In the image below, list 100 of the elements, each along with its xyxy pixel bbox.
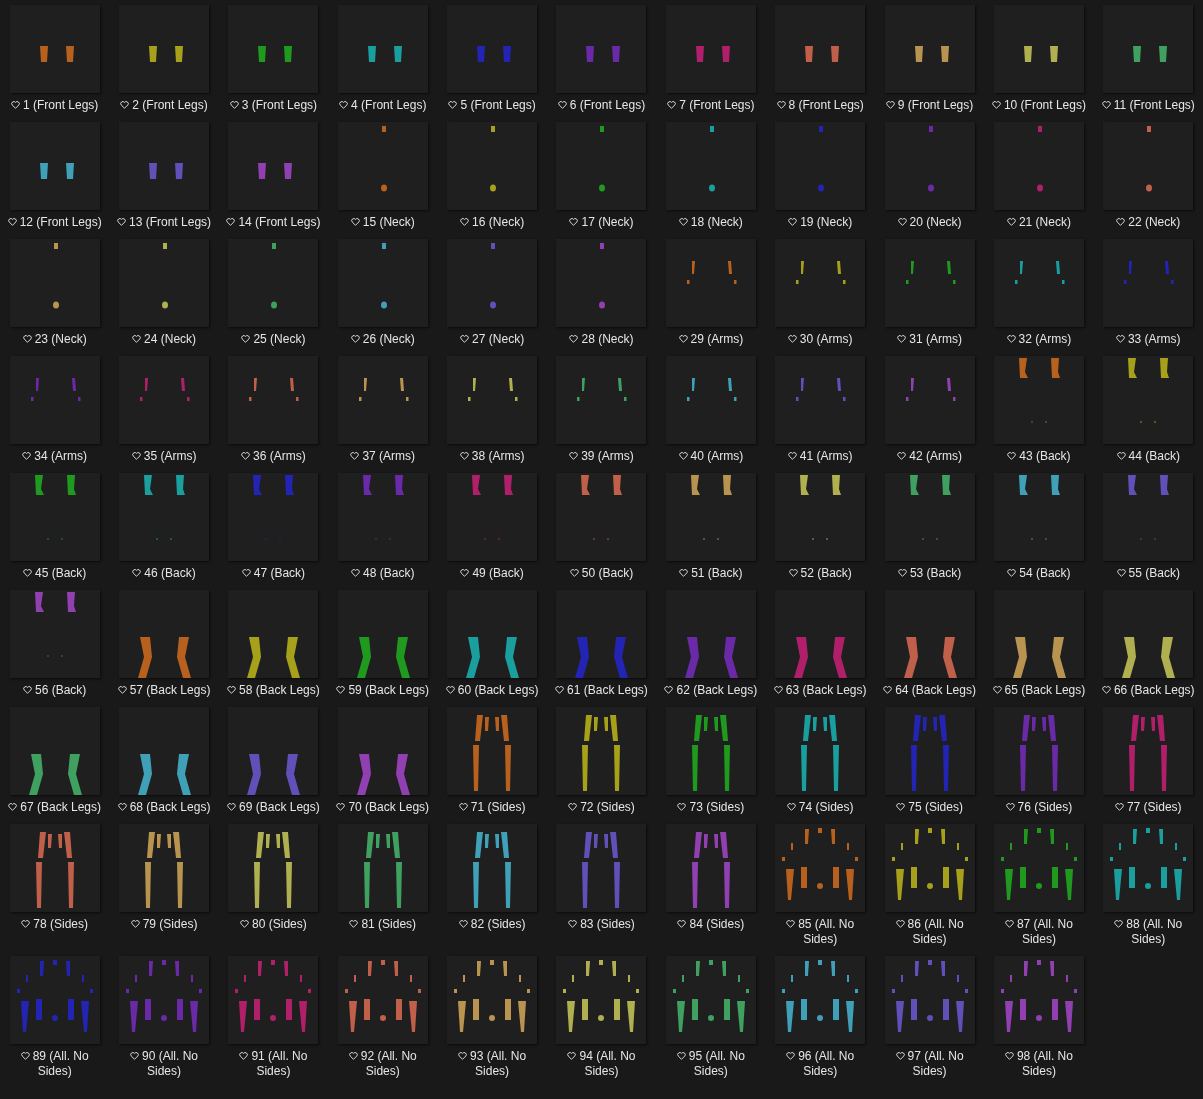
thumbnail-drawing[interactable] — [1103, 5, 1194, 93]
thumbnail-drawing[interactable] — [775, 473, 866, 561]
thumbnail-drawing[interactable] — [228, 707, 319, 795]
thumbnail-drawing[interactable] — [884, 356, 975, 444]
thumbnail-drawing[interactable] — [556, 824, 647, 912]
thumbnail-drawing[interactable] — [447, 5, 538, 93]
thumbnail-drawing[interactable] — [884, 5, 975, 93]
thumbnail-drawing[interactable] — [1103, 824, 1194, 912]
thumbnail-drawing[interactable] — [556, 590, 647, 678]
thumbnail-drawing[interactable] — [884, 707, 975, 795]
thumbnail-drawing[interactable] — [119, 122, 210, 210]
thumbnail-drawing[interactable] — [119, 473, 210, 561]
thumbnail-drawing[interactable] — [1103, 122, 1194, 210]
thumbnail-drawing[interactable] — [993, 824, 1084, 912]
thumbnail-drawing[interactable] — [9, 824, 100, 912]
thumbnail-drawing[interactable] — [556, 239, 647, 327]
thumbnail-drawing[interactable] — [447, 956, 538, 1044]
thumbnail-drawing[interactable] — [775, 707, 866, 795]
thumbnail-drawing[interactable] — [9, 956, 100, 1044]
thumbnail-drawing[interactable] — [228, 356, 319, 444]
thumbnail-drawing[interactable] — [228, 5, 319, 93]
thumbnail-drawing[interactable] — [447, 707, 538, 795]
thumbnail-drawing[interactable] — [665, 473, 756, 561]
thumbnail-drawing[interactable] — [884, 956, 975, 1044]
thumbnail-drawing[interactable] — [665, 122, 756, 210]
thumbnail-drawing[interactable] — [556, 956, 647, 1044]
thumbnail-drawing[interactable] — [993, 473, 1084, 561]
thumbnail-drawing[interactable] — [1103, 356, 1194, 444]
thumbnail-drawing[interactable] — [884, 122, 975, 210]
thumbnail-drawing[interactable] — [993, 356, 1084, 444]
thumbnail-drawing[interactable] — [337, 473, 428, 561]
thumbnail-drawing[interactable] — [775, 356, 866, 444]
thumbnail-drawing[interactable] — [337, 956, 428, 1044]
thumbnail-drawing[interactable] — [447, 239, 538, 327]
thumbnail-drawing[interactable] — [884, 473, 975, 561]
thumbnail-drawing[interactable] — [775, 122, 866, 210]
thumbnail-drawing[interactable] — [1103, 239, 1194, 327]
thumbnail-drawing[interactable] — [9, 707, 100, 795]
thumbnail-drawing[interactable] — [556, 473, 647, 561]
thumbnail-drawing[interactable] — [9, 473, 100, 561]
thumbnail-drawing[interactable] — [775, 590, 866, 678]
thumbnail-drawing[interactable] — [337, 122, 428, 210]
thumbnail-drawing[interactable] — [119, 707, 210, 795]
thumbnail-drawing[interactable] — [337, 590, 428, 678]
thumbnail-drawing[interactable] — [447, 824, 538, 912]
thumbnail-drawing[interactable] — [884, 590, 975, 678]
thumbnail-drawing[interactable] — [228, 590, 319, 678]
thumbnail-drawing[interactable] — [993, 239, 1084, 327]
thumbnail-drawing[interactable] — [9, 122, 100, 210]
thumbnail-drawing[interactable] — [665, 956, 756, 1044]
thumbnail-drawing[interactable] — [447, 122, 538, 210]
thumbnail-drawing[interactable] — [337, 239, 428, 327]
thumbnail-drawing[interactable] — [337, 356, 428, 444]
thumbnail-drawing[interactable] — [119, 956, 210, 1044]
thumbnail-drawing[interactable] — [447, 473, 538, 561]
thumbnail-drawing[interactable] — [9, 5, 100, 93]
thumbnail-drawing[interactable] — [993, 590, 1084, 678]
thumbnail-drawing[interactable] — [884, 239, 975, 327]
thumbnail-drawing[interactable] — [119, 356, 210, 444]
thumbnail-drawing[interactable] — [228, 239, 319, 327]
thumbnail-drawing[interactable] — [556, 707, 647, 795]
thumbnail-drawing[interactable] — [556, 356, 647, 444]
thumbnail-drawing[interactable] — [556, 122, 647, 210]
thumbnail-drawing[interactable] — [993, 956, 1084, 1044]
thumbnail-drawing[interactable] — [1103, 473, 1194, 561]
thumbnail-drawing[interactable] — [665, 356, 756, 444]
thumbnail-drawing[interactable] — [9, 590, 100, 678]
file-name: 19 (Neck) — [800, 215, 853, 229]
thumbnail-drawing[interactable] — [775, 824, 866, 912]
thumbnail-drawing[interactable] — [775, 5, 866, 93]
thumbnail-drawing[interactable] — [9, 239, 100, 327]
thumbnail-drawing[interactable] — [447, 590, 538, 678]
thumbnail-drawing[interactable] — [119, 5, 210, 93]
thumbnail-drawing[interactable] — [665, 824, 756, 912]
thumbnail-drawing[interactable] — [119, 824, 210, 912]
thumbnail-drawing[interactable] — [119, 239, 210, 327]
thumbnail-drawing[interactable] — [228, 956, 319, 1044]
thumbnail-drawing[interactable] — [228, 473, 319, 561]
thumbnail-drawing[interactable] — [993, 5, 1084, 93]
thumbnail-drawing[interactable] — [884, 824, 975, 912]
thumbnail-drawing[interactable] — [665, 707, 756, 795]
thumbnail-drawing[interactable] — [1103, 707, 1194, 795]
thumbnail-drawing[interactable] — [556, 5, 647, 93]
thumbnail-drawing[interactable] — [228, 824, 319, 912]
thumbnail-drawing[interactable] — [1103, 590, 1194, 678]
thumbnail-drawing[interactable] — [447, 356, 538, 444]
thumbnail-drawing[interactable] — [337, 707, 428, 795]
thumbnail-drawing[interactable] — [665, 239, 756, 327]
thumbnail-drawing[interactable] — [337, 5, 428, 93]
thumbnail-drawing[interactable] — [993, 707, 1084, 795]
thumbnail-drawing[interactable] — [228, 122, 319, 210]
thumbnail-drawing[interactable] — [665, 590, 756, 678]
thumbnail-drawing[interactable] — [775, 956, 866, 1044]
thumbnail-drawing[interactable] — [993, 122, 1084, 210]
file-name: 25 (Neck) — [253, 332, 306, 346]
thumbnail-drawing[interactable] — [9, 356, 100, 444]
thumbnail-drawing[interactable] — [665, 5, 756, 93]
thumbnail-drawing[interactable] — [775, 239, 866, 327]
thumbnail-drawing[interactable] — [119, 590, 210, 678]
thumbnail-drawing[interactable] — [337, 824, 428, 912]
